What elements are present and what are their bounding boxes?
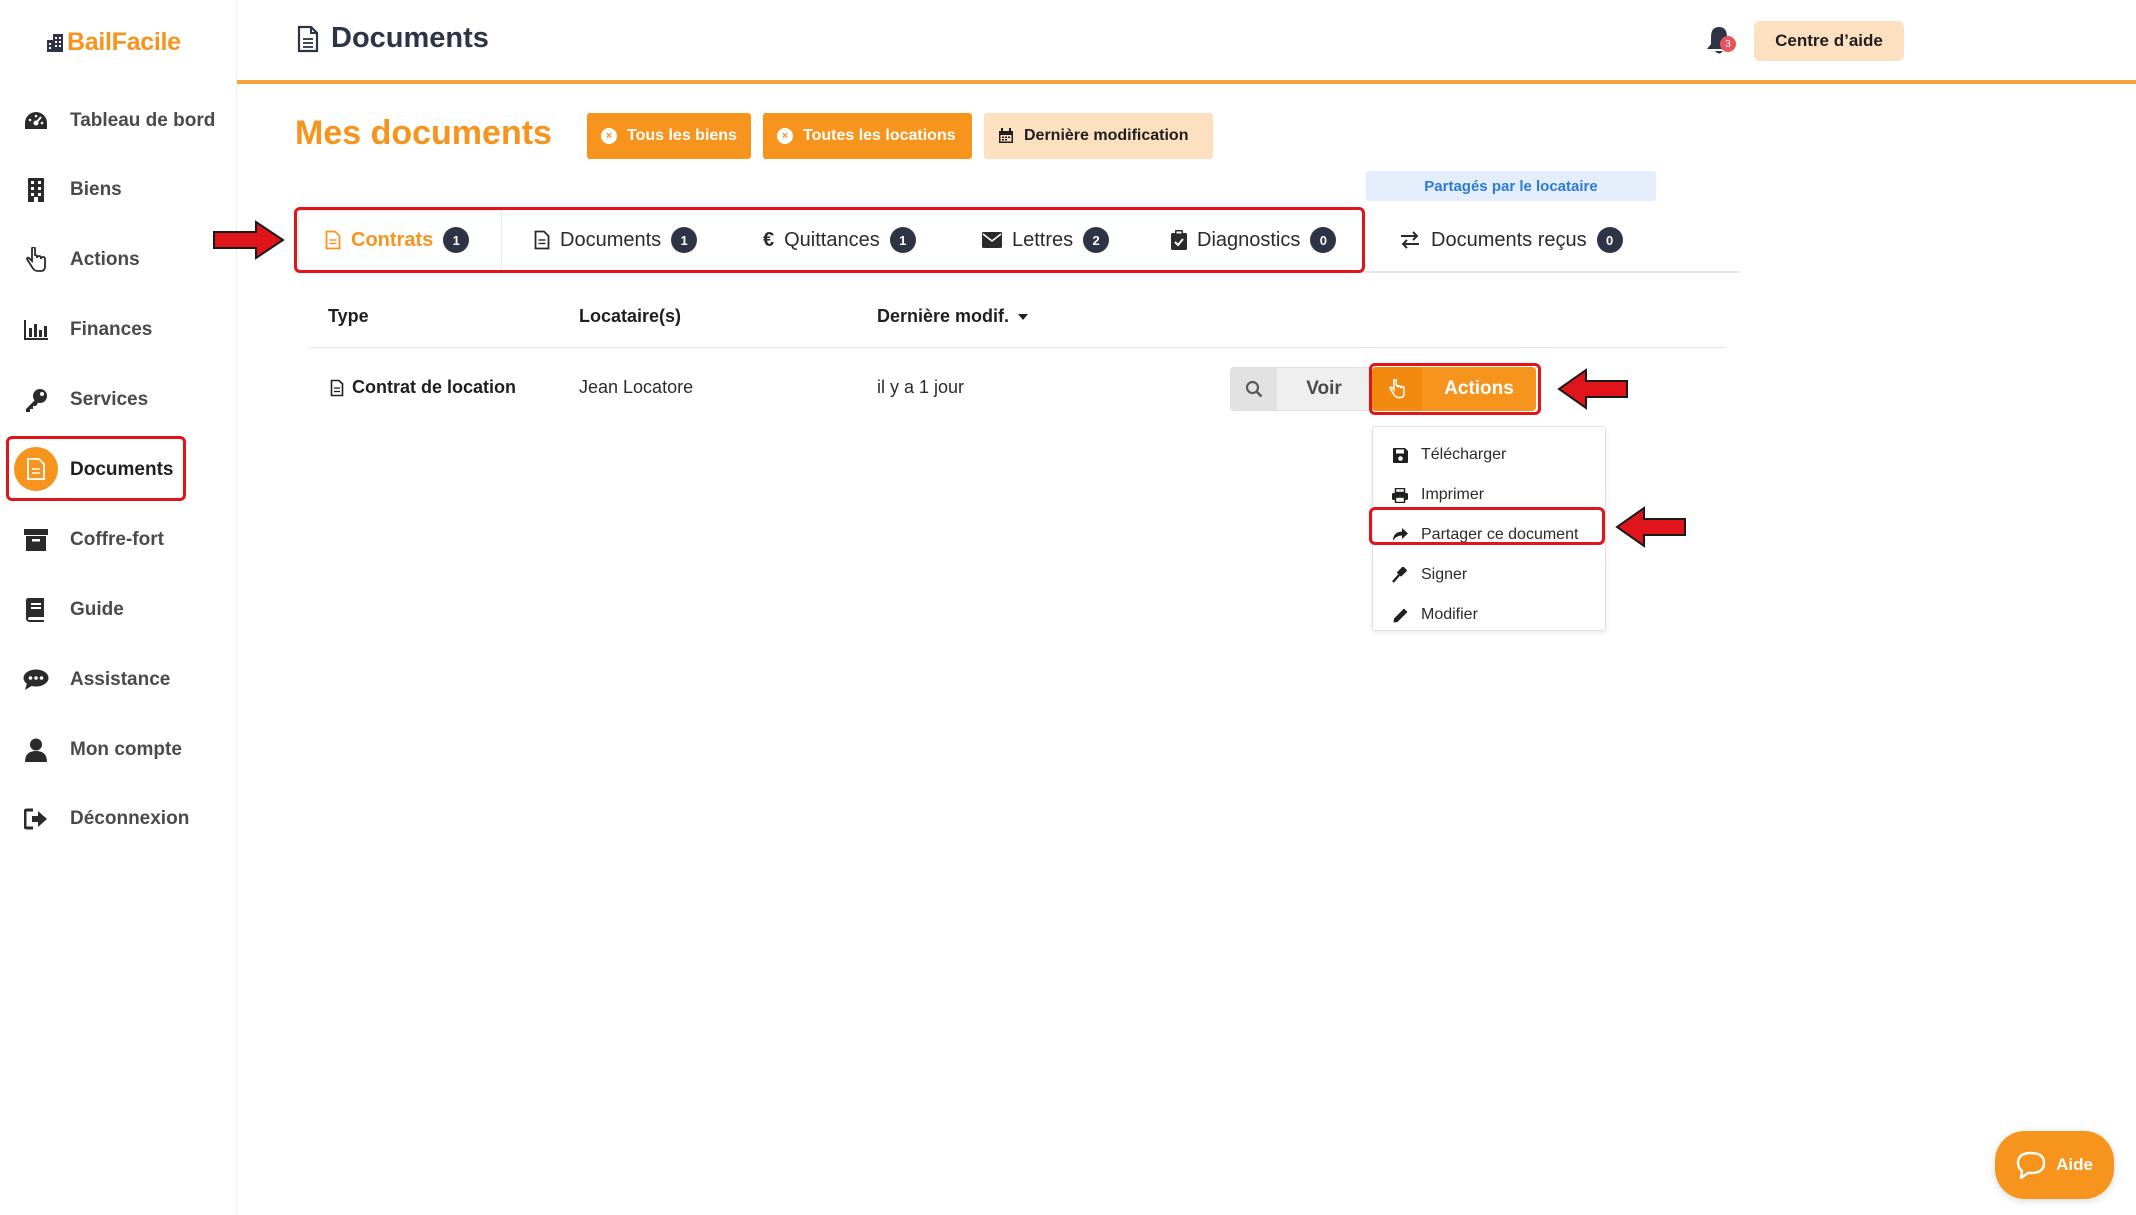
menu-item-label: Modifier bbox=[1421, 606, 1478, 623]
filter-last-modified-button[interactable]: Dernière modification bbox=[984, 113, 1213, 159]
sidebar-item-label: Coffre-fort bbox=[70, 529, 164, 550]
sidebar-item-biens[interactable]: Biens bbox=[0, 160, 237, 220]
main-title: Mes documents bbox=[295, 114, 552, 152]
bar-chart-icon bbox=[22, 316, 50, 344]
sidebar-item-label: Mon compte bbox=[70, 739, 182, 760]
sidebar-item-label: Finances bbox=[70, 319, 153, 340]
sidebar-item-label: Guide bbox=[70, 599, 124, 620]
caret-down-icon bbox=[1018, 313, 1029, 320]
column-header-label: Dernière modif. bbox=[877, 306, 1010, 326]
filter-label: Tous les biens bbox=[627, 127, 737, 144]
sidebar-item-label: Déconnexion bbox=[70, 808, 190, 829]
sidebar-item-mon-compte[interactable]: Mon compte bbox=[0, 720, 237, 780]
document-icon bbox=[297, 25, 319, 52]
app-name: BailFacile bbox=[67, 28, 181, 56]
filter-all-properties-button[interactable]: × Tous les biens bbox=[587, 113, 751, 159]
tab-documents-recus[interactable]: Documents reçus 0 bbox=[1399, 212, 1623, 268]
highlight-box-sidebar-documents bbox=[6, 436, 186, 501]
exchange-arrows-icon bbox=[1401, 231, 1419, 249]
table-cell-modified: il y a 1 jour bbox=[877, 377, 965, 397]
user-icon bbox=[22, 736, 50, 764]
page-title-text: Documents bbox=[331, 22, 489, 54]
sidebar: BailFacile Tableau de bord Biens Actions… bbox=[0, 0, 237, 1215]
sidebar-item-services[interactable]: Services bbox=[0, 370, 237, 430]
menu-item-label: Signer bbox=[1421, 566, 1468, 583]
red-arrow-left-icon bbox=[1615, 506, 1686, 548]
column-header-modified[interactable]: Dernière modif. bbox=[877, 306, 1029, 327]
hand-pointer-icon bbox=[22, 246, 50, 274]
shared-by-tenant-label: Partagés par le locataire bbox=[1366, 171, 1656, 201]
sidebar-item-coffre-fort[interactable]: Coffre-fort bbox=[0, 510, 237, 570]
red-arrow-right-icon bbox=[213, 220, 285, 260]
help-center-button[interactable]: Centre d’aide bbox=[1754, 21, 1904, 61]
document-icon bbox=[330, 379, 344, 396]
page-title: Documents bbox=[297, 22, 489, 55]
filter-label: Toutes les locations bbox=[803, 127, 956, 144]
tab-label: Documents reçus bbox=[1431, 228, 1587, 251]
sidebar-item-label: Biens bbox=[70, 179, 122, 200]
aide-floating-button[interactable]: Aide bbox=[1995, 1131, 2114, 1199]
sidebar-item-label: Assistance bbox=[70, 669, 171, 690]
gavel-icon bbox=[1390, 565, 1410, 585]
clear-circle-icon: × bbox=[601, 128, 617, 144]
search-icon bbox=[1231, 368, 1277, 410]
key-icon bbox=[22, 386, 50, 414]
building-logo-icon bbox=[47, 33, 63, 52]
sidebar-item-label: Tableau de bord bbox=[70, 110, 216, 131]
highlight-box-share-item bbox=[1369, 507, 1605, 545]
printer-icon bbox=[1390, 485, 1410, 505]
pencil-icon bbox=[1390, 605, 1410, 625]
calendar-icon bbox=[999, 128, 1013, 143]
table-header-divider bbox=[310, 347, 1724, 348]
column-header-tenants[interactable]: Locataire(s) bbox=[579, 306, 681, 327]
table-cell-tenant: Jean Locatore bbox=[579, 377, 694, 397]
book-icon bbox=[22, 596, 50, 624]
sidebar-item-finances[interactable]: Finances bbox=[0, 300, 237, 360]
floppy-disk-icon bbox=[1390, 445, 1410, 465]
sidebar-item-guide[interactable]: Guide bbox=[0, 580, 237, 640]
view-button-label: Voir bbox=[1306, 378, 1342, 399]
sidebar-item-tableau-de-bord[interactable]: Tableau de bord bbox=[0, 91, 237, 151]
view-button[interactable]: Voir bbox=[1230, 367, 1372, 411]
dashboard-gauge-icon bbox=[22, 107, 50, 135]
chat-bubble-icon bbox=[22, 666, 50, 694]
column-header-type[interactable]: Type bbox=[328, 306, 369, 327]
aide-label: Aide bbox=[2056, 1155, 2093, 1174]
filter-label: Dernière modification bbox=[1024, 127, 1189, 144]
table-cell-type: Contrat de location bbox=[330, 377, 516, 398]
top-header: Documents Centre d’aide bbox=[237, 0, 2136, 84]
sidebar-item-actions[interactable]: Actions bbox=[0, 230, 237, 290]
sidebar-item-label: Actions bbox=[70, 249, 140, 270]
building-icon bbox=[22, 176, 50, 204]
tab-count-badge: 0 bbox=[1596, 227, 1623, 253]
sidebar-item-deconnexion[interactable]: Déconnexion bbox=[0, 789, 237, 849]
menu-item-download[interactable]: Télécharger bbox=[1373, 435, 1605, 475]
archive-box-icon bbox=[22, 526, 50, 554]
highlight-box-actions bbox=[1369, 363, 1541, 415]
menu-item-sign[interactable]: Signer bbox=[1373, 555, 1605, 595]
cell-text: Contrat de location bbox=[352, 377, 517, 397]
filter-all-rentals-button[interactable]: × Toutes les locations bbox=[763, 113, 972, 159]
menu-item-label: Imprimer bbox=[1421, 486, 1485, 503]
highlight-box-tabs bbox=[294, 207, 1365, 273]
red-arrow-left-icon bbox=[1557, 368, 1628, 410]
sign-out-icon bbox=[22, 805, 50, 833]
notification-badge: 3 bbox=[1720, 36, 1736, 52]
sidebar-item-assistance[interactable]: Assistance bbox=[0, 650, 237, 710]
chat-bubble-outline-icon bbox=[2016, 1151, 2046, 1179]
app-logo[interactable]: BailFacile bbox=[47, 28, 181, 57]
menu-item-edit[interactable]: Modifier bbox=[1373, 595, 1605, 635]
menu-item-label: Télécharger bbox=[1421, 446, 1507, 463]
sidebar-item-label: Services bbox=[70, 389, 149, 410]
clear-circle-icon: × bbox=[777, 128, 793, 144]
